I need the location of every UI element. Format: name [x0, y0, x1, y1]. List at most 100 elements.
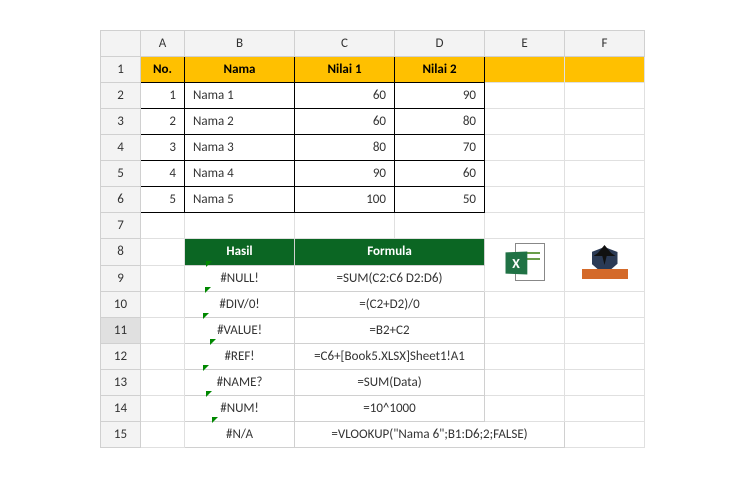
row-header-3[interactable]: 3 [101, 109, 141, 135]
cell-A6[interactable]: 5 [141, 187, 185, 213]
cell-A12[interactable] [141, 344, 185, 370]
col-header-F[interactable]: F [565, 31, 645, 57]
spreadsheet[interactable]: A B C D E F 1 No. Nama Nilai 1 Nilai 2 2… [100, 30, 645, 448]
cell-A8[interactable] [141, 239, 185, 266]
cell-B14[interactable]: #NUM! [185, 396, 295, 422]
col-header-A[interactable]: A [141, 31, 185, 57]
cell-E11[interactable] [485, 318, 565, 344]
cell-D5[interactable]: 60 [395, 161, 485, 187]
cell-A7[interactable] [141, 213, 185, 239]
row-header-14[interactable]: 14 [101, 396, 141, 422]
cell-B4[interactable]: Nama 3 [185, 135, 295, 161]
cell-E1[interactable] [485, 57, 565, 83]
col-header-D[interactable]: D [395, 31, 485, 57]
cell-F6[interactable] [565, 187, 645, 213]
cell-D3[interactable]: 80 [395, 109, 485, 135]
row-header-10[interactable]: 10 [101, 292, 141, 318]
cell-B6[interactable]: Nama 5 [185, 187, 295, 213]
cell-A3[interactable]: 2 [141, 109, 185, 135]
cell-E5[interactable] [485, 161, 565, 187]
cell-D4[interactable]: 70 [395, 135, 485, 161]
cell-B12[interactable]: #REF! [185, 344, 295, 370]
cell-F13[interactable] [565, 370, 645, 396]
cell-C3[interactable]: 60 [295, 109, 395, 135]
cell-B10[interactable]: #DIV/0! [185, 292, 295, 318]
cell-A1[interactable]: No. [141, 57, 185, 83]
cell-C10[interactable]: =(C2+D2)/0 [295, 292, 485, 318]
row-header-5[interactable]: 5 [101, 161, 141, 187]
cell-F4[interactable] [565, 135, 645, 161]
cell-A2[interactable]: 1 [141, 83, 185, 109]
cell-E3[interactable] [485, 109, 565, 135]
cell-F10[interactable] [565, 292, 645, 318]
cell-F1[interactable] [565, 57, 645, 83]
col-header-C[interactable]: C [295, 31, 395, 57]
cell-B13[interactable]: #NAME? [185, 370, 295, 396]
cell-C2[interactable]: 60 [295, 83, 395, 109]
cell-F3[interactable] [565, 109, 645, 135]
cell-C1[interactable]: Nilai 1 [295, 57, 395, 83]
cell-A9[interactable] [141, 265, 185, 292]
cell-A11[interactable] [141, 318, 185, 344]
cell-F11[interactable] [565, 318, 645, 344]
cell-E2[interactable] [485, 83, 565, 109]
cell-B15[interactable]: #N/A [185, 422, 295, 448]
cell-C9[interactable]: =SUM(C2:C6 D2:D6) [295, 265, 485, 292]
row-header-8[interactable]: 8 [101, 239, 141, 266]
row-header-15[interactable]: 15 [101, 422, 141, 448]
row-header-1[interactable]: 1 [101, 57, 141, 83]
cell-F7[interactable] [565, 213, 645, 239]
cell-B3[interactable]: Nama 2 [185, 109, 295, 135]
cell-E6[interactable] [485, 187, 565, 213]
cell-E10[interactable] [485, 292, 565, 318]
cell-F14[interactable] [565, 396, 645, 422]
cell-D1[interactable]: Nilai 2 [395, 57, 485, 83]
row-header-13[interactable]: 13 [101, 370, 141, 396]
cell-D7[interactable] [395, 213, 485, 239]
cell-C8-formula-header[interactable]: Formula [295, 239, 485, 266]
cell-D2[interactable]: 90 [395, 83, 485, 109]
row-header-7[interactable]: 7 [101, 213, 141, 239]
cell-B5[interactable]: Nama 4 [185, 161, 295, 187]
cell-C7[interactable] [295, 213, 395, 239]
cell-B2[interactable]: Nama 1 [185, 83, 295, 109]
cell-C5[interactable]: 90 [295, 161, 395, 187]
cell-E12[interactable] [485, 344, 565, 370]
cell-B11[interactable]: #VALUE! [185, 318, 295, 344]
row-header-11[interactable]: 11 [101, 318, 141, 344]
cell-A4[interactable]: 3 [141, 135, 185, 161]
row-header-6[interactable]: 6 [101, 187, 141, 213]
cell-C11[interactable]: =B2+C2 [295, 318, 485, 344]
cell-C15[interactable]: =VLOOKUP("Nama 6";B1:D6;2;FALSE) [295, 422, 565, 448]
cell-E13[interactable] [485, 370, 565, 396]
cell-C13[interactable]: =SUM(Data) [295, 370, 485, 396]
cell-F15[interactable] [565, 422, 645, 448]
col-header-E[interactable]: E [485, 31, 565, 57]
cell-C14[interactable]: =10^1000 [295, 396, 485, 422]
cell-E8[interactable]: X [485, 239, 565, 292]
cell-A14[interactable] [141, 396, 185, 422]
cell-F12[interactable] [565, 344, 645, 370]
col-header-B[interactable]: B [185, 31, 295, 57]
cell-A10[interactable] [141, 292, 185, 318]
cell-B9[interactable]: #NULL! [185, 265, 295, 292]
cell-A13[interactable] [141, 370, 185, 396]
cell-C6[interactable]: 100 [295, 187, 395, 213]
cell-B1[interactable]: Nama [185, 57, 295, 83]
row-header-12[interactable]: 12 [101, 344, 141, 370]
cell-B7[interactable] [185, 213, 295, 239]
cell-C12[interactable]: =C6+[Book5.XLSX]Sheet1!A1 [295, 344, 485, 370]
cell-A15[interactable] [141, 422, 185, 448]
cell-A5[interactable]: 4 [141, 161, 185, 187]
corner-cell[interactable] [101, 31, 141, 57]
cell-C4[interactable]: 80 [295, 135, 395, 161]
row-header-9[interactable]: 9 [101, 265, 141, 292]
cell-F5[interactable] [565, 161, 645, 187]
cell-E4[interactable] [485, 135, 565, 161]
cell-B8-hasil-header[interactable]: Hasil [185, 239, 295, 266]
cell-F8[interactable] [565, 239, 645, 292]
row-header-4[interactable]: 4 [101, 135, 141, 161]
cell-E7[interactable] [485, 213, 565, 239]
cell-E14[interactable] [485, 396, 565, 422]
cell-D6[interactable]: 50 [395, 187, 485, 213]
